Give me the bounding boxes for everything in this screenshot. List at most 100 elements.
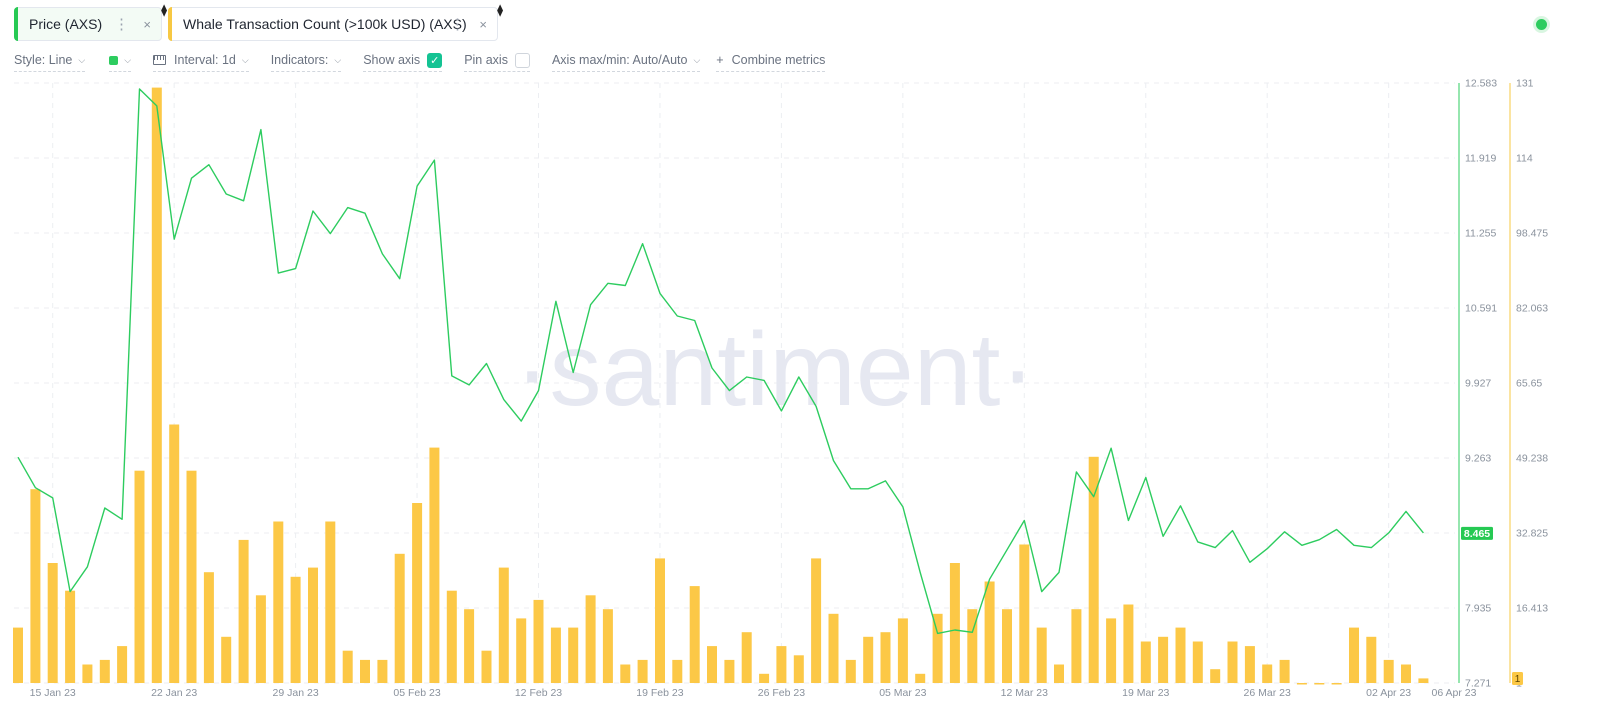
whale-bar <box>932 613 943 683</box>
whale-bar <box>151 87 162 684</box>
santiment-watermark: ·santiment· <box>515 312 1035 428</box>
whale-bar <box>811 558 822 683</box>
x-tick-label: 26 Mar 23 <box>1244 687 1291 699</box>
current-whale-label: 1 <box>1515 674 1521 685</box>
whale-bar <box>221 636 232 683</box>
whale-bar <box>793 655 804 683</box>
price-axis-tick: 9.927 <box>1465 378 1491 390</box>
whale-bar <box>65 590 76 683</box>
whale-bar <box>429 447 440 683</box>
whale-bar <box>1331 683 1342 685</box>
x-tick-label: 12 Mar 23 <box>1001 687 1048 699</box>
whale-bar <box>550 627 561 683</box>
whale-bar <box>446 590 457 683</box>
whale-bar <box>568 627 579 683</box>
whale-bar <box>498 567 509 683</box>
whale-bar <box>533 599 544 683</box>
whale-bar <box>1296 683 1307 685</box>
price-whale-chart[interactable]: ·santiment· 15 Jan 23 22 Jan 23 29 Jan 23 05… <box>0 0 1600 719</box>
x-tick-label: 19 Mar 23 <box>1122 687 1169 699</box>
whale-bar <box>1140 641 1151 683</box>
x-tick-label: 29 Jan 23 <box>273 687 319 699</box>
whale-bar <box>915 673 926 683</box>
whale-bar <box>828 613 839 683</box>
whale-bar <box>412 503 423 683</box>
x-tick-label: 19 Feb 23 <box>636 687 683 699</box>
x-tick-label: 05 Feb 23 <box>393 687 440 699</box>
whale-bar <box>707 646 717 683</box>
whale-axis-tick: 98.475 <box>1516 228 1548 240</box>
whale-bar <box>672 659 683 683</box>
whale-axis-tick: 82.063 <box>1516 303 1548 315</box>
price-axis-tick: 9.263 <box>1465 453 1491 465</box>
x-tick-label: 26 Feb 23 <box>758 687 805 699</box>
whale-axis-tick: 65.65 <box>1516 378 1542 390</box>
whale-bar <box>273 521 284 683</box>
price-axis-tick: 7.271 <box>1465 678 1491 690</box>
whale-bar <box>1192 641 1203 683</box>
whale-bar <box>1106 618 1117 683</box>
whale-axis-tick: 16.413 <box>1516 603 1548 615</box>
x-tick-label: 05 Mar 23 <box>879 687 926 699</box>
whale-bar <box>1401 664 1411 683</box>
whale-bar <box>1054 664 1064 683</box>
whale-bar <box>464 609 475 683</box>
whale-axis-tick: 131 <box>1516 78 1534 90</box>
whale-bar <box>290 576 301 683</box>
whale-bar <box>394 553 405 683</box>
whale-bar <box>516 618 527 683</box>
whale-bar <box>481 650 492 683</box>
whale-bar <box>655 558 665 683</box>
whale-bar <box>1314 683 1325 685</box>
whale-bar <box>238 539 249 683</box>
whale-bar <box>637 659 648 683</box>
whale-bar <box>360 659 370 683</box>
whale-bar <box>1349 627 1359 683</box>
whale-bar <box>759 673 770 683</box>
x-tick-label: 02 Apr 23 <box>1366 687 1411 699</box>
price-axis-tick: 11.919 <box>1465 153 1496 165</box>
whale-bar <box>325 521 336 683</box>
whale-bar <box>13 627 23 683</box>
whale-bar <box>134 470 145 683</box>
price-axis-tick: 12.583 <box>1465 78 1497 90</box>
whale-bar <box>169 424 180 683</box>
x-tick-label: 12 Feb 23 <box>515 687 562 699</box>
whale-bar <box>1210 669 1221 683</box>
whale-bar <box>99 659 110 683</box>
whale-bar <box>776 646 787 683</box>
whale-bar <box>47 563 58 683</box>
whale-bar <box>1123 604 1134 683</box>
whale-bar <box>30 489 41 683</box>
whale-bar <box>186 470 197 683</box>
whale-bar <box>82 664 93 683</box>
whale-bar <box>585 595 596 683</box>
whale-bar <box>984 581 995 683</box>
price-axis-tick: 10.591 <box>1465 303 1497 315</box>
whale-bar <box>1002 609 1012 683</box>
whale-bar <box>255 595 266 683</box>
whale-bar <box>1244 646 1255 683</box>
whale-bar <box>863 636 874 683</box>
whale-bar <box>845 659 856 683</box>
whale-bar <box>1036 627 1047 683</box>
whale-bar <box>1019 544 1030 683</box>
whale-bar <box>1279 659 1290 683</box>
whale-bar <box>1227 641 1238 683</box>
whale-bar <box>620 664 631 683</box>
whale-bar <box>897 618 908 683</box>
price-axis-tick: 7.935 <box>1465 603 1491 615</box>
whale-axis-tick: 114 <box>1516 153 1533 165</box>
whale-axis-tick: 49.238 <box>1516 453 1548 465</box>
x-tick-label: 22 Jan 23 <box>151 687 197 699</box>
whale-bar <box>342 650 353 683</box>
whale-bar <box>1071 609 1082 683</box>
current-price-label: 8.465 <box>1464 528 1490 540</box>
whale-axis-tick: 32.825 <box>1516 528 1548 540</box>
x-tick-label: 15 Jan 23 <box>30 687 76 699</box>
whale-bar <box>1158 636 1169 683</box>
whale-bar <box>602 609 613 683</box>
whale-bar <box>689 586 700 683</box>
whale-bar <box>1262 664 1273 683</box>
whale-bar <box>308 567 318 683</box>
